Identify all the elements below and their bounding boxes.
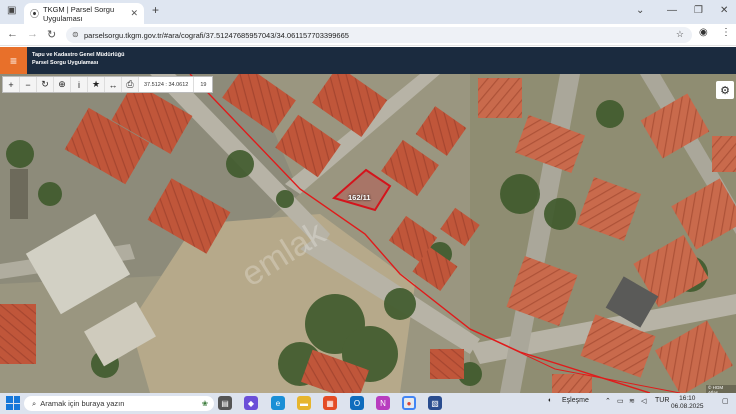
zoom-out-button[interactable]: − bbox=[20, 77, 37, 92]
print-icon[interactable]: ⎙ bbox=[122, 77, 139, 92]
wifi-icon[interactable]: ≋ bbox=[629, 397, 635, 405]
back-icon[interactable]: ← bbox=[7, 28, 18, 40]
info-icon[interactable]: i bbox=[71, 77, 88, 92]
profile-icon[interactable]: ◉ bbox=[699, 27, 708, 38]
location-pin-icon: ⦿ bbox=[30, 9, 40, 19]
favorite-star-icon[interactable]: ★ bbox=[88, 77, 105, 92]
system-clock[interactable]: 16:10 06.08.2025 bbox=[671, 395, 704, 411]
volume-icon[interactable]: ◁ bbox=[641, 397, 646, 405]
coordinate-readout: 37.5124 : 34.0612 bbox=[139, 77, 195, 92]
menu-button[interactable]: ≡ bbox=[0, 47, 27, 74]
chrome-icon[interactable]: ● bbox=[402, 396, 416, 410]
zoom-level: 19 bbox=[194, 77, 213, 92]
browser-tab[interactable]: ⦿ TKGM | Parsel Sorgu Uygulaması ✕ bbox=[24, 3, 144, 24]
reload-icon[interactable]: ↻ bbox=[47, 28, 56, 41]
site-info-icon[interactable]: ⊜ bbox=[72, 30, 79, 39]
settings-gear-icon[interactable]: ⚙ bbox=[716, 81, 734, 99]
browser-tab-bar: ▣ ⦿ TKGM | Parsel Sorgu Uygulaması ✕ + ⌄… bbox=[0, 0, 736, 24]
sync-label[interactable]: Eşleşme bbox=[562, 397, 589, 404]
org-name: Tapu ve Kadastro Genel Müdürlüğü bbox=[32, 52, 125, 58]
store-icon[interactable]: ▦ bbox=[323, 396, 337, 410]
url-text: parselsorgu.tkgm.gov.tr/#ara/cografi/37.… bbox=[84, 30, 349, 40]
sync-icon[interactable]: ◐ bbox=[548, 397, 552, 404]
new-tab-button[interactable]: + bbox=[152, 3, 159, 17]
search-icon: ⌕ bbox=[32, 398, 37, 408]
clock-date: 06.08.2025 bbox=[671, 403, 704, 410]
language-indicator[interactable]: TUR bbox=[655, 397, 669, 404]
forward-icon[interactable]: → bbox=[27, 28, 38, 40]
bookmark-star-icon[interactable]: ☆ bbox=[676, 29, 684, 40]
locate-icon[interactable]: ⊕ bbox=[54, 77, 71, 92]
window-close-button[interactable]: ✕ bbox=[720, 5, 728, 16]
taskbar-search[interactable]: ⌕ Aramak için buraya yazın ❀ bbox=[24, 396, 214, 411]
org-title: Tapu ve Kadastro Genel Müdürlüğü Parsel … bbox=[32, 51, 125, 67]
edge-icon[interactable]: e bbox=[271, 396, 285, 410]
tab-list-icon[interactable]: ▣ bbox=[7, 5, 16, 16]
browser-menu-icon[interactable]: ⋮ bbox=[721, 27, 731, 38]
outlook-icon[interactable]: O bbox=[350, 396, 364, 410]
tab-search-icon[interactable]: ⌄ bbox=[636, 5, 644, 16]
news-icon[interactable]: N bbox=[376, 396, 390, 410]
minimize-button[interactable]: — bbox=[667, 5, 677, 16]
photos-icon[interactable]: ▧ bbox=[428, 396, 442, 410]
app-name: Parsel Sorgu Uygulaması bbox=[32, 60, 99, 66]
map-toolbar: + − ↻ ⊕ i ★ ↔ ⎙ 37.5124 : 34.0612 19 bbox=[2, 76, 214, 93]
tab-close-icon[interactable]: ✕ bbox=[130, 8, 138, 19]
search-placeholder: Aramak için buraya yazın bbox=[40, 399, 125, 408]
search-highlight-icon: ❀ bbox=[201, 399, 208, 408]
os-taskbar: ⌕ Aramak için buraya yazın ❀ ▤ ◆ e ▬ ▦ O… bbox=[0, 393, 736, 414]
url-input[interactable]: ⊜ parselsorgu.tkgm.gov.tr/#ara/cografi/3… bbox=[66, 27, 692, 43]
file-explorer-icon[interactable]: ▬ bbox=[297, 396, 311, 410]
task-view-icon[interactable]: ▤ bbox=[218, 396, 232, 410]
zoom-in-button[interactable]: + bbox=[3, 77, 20, 92]
parcel-number-label[interactable]: 162/11 bbox=[348, 193, 371, 202]
network-icon[interactable]: ▭ bbox=[617, 397, 624, 405]
menu-icon: ≡ bbox=[9, 53, 17, 68]
clock-time: 16:10 bbox=[679, 395, 696, 402]
refresh-icon[interactable]: ↻ bbox=[37, 77, 54, 92]
start-button[interactable] bbox=[6, 396, 20, 410]
map-imagery bbox=[0, 74, 736, 393]
address-bar-row: ← → ↻ ⊜ parselsorgu.tkgm.gov.tr/#ara/cog… bbox=[0, 24, 736, 46]
maximize-button[interactable]: ❐ bbox=[694, 5, 703, 16]
copilot-icon[interactable]: ◆ bbox=[244, 396, 258, 410]
tab-title: TKGM | Parsel Sorgu Uygulaması bbox=[43, 4, 115, 23]
notification-icon[interactable]: ▢ bbox=[722, 397, 729, 405]
measure-icon[interactable]: ↔ bbox=[105, 77, 122, 92]
satellite-map[interactable] bbox=[0, 74, 736, 393]
tray-overflow-icon[interactable]: ⌃ bbox=[605, 397, 611, 405]
